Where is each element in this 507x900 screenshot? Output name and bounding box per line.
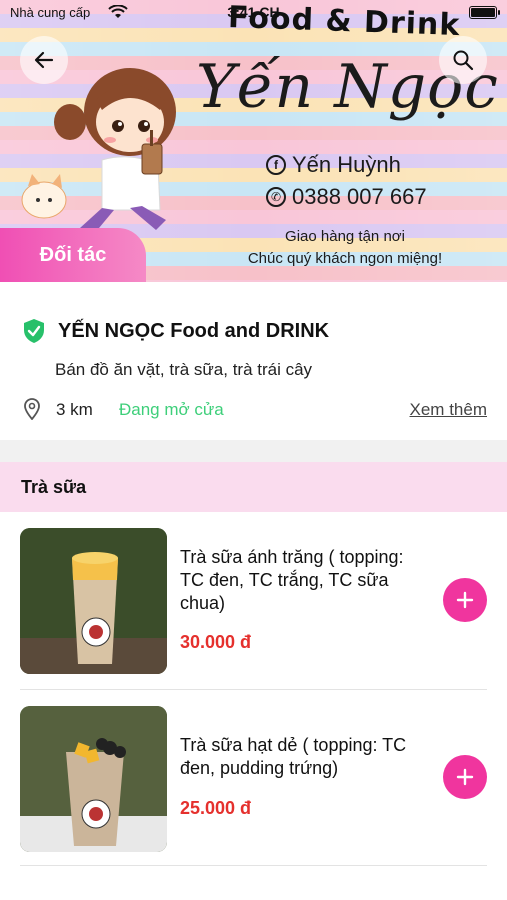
search-button[interactable]	[439, 36, 487, 84]
arrow-left-icon	[34, 51, 54, 69]
shop-meta: 3 km Đang mở cửa Xem thêm	[22, 398, 487, 422]
distance: 3 km	[56, 400, 93, 419]
product-item[interactable]: Trà sữa hạt dẻ ( topping: TC đen, puddin…	[20, 704, 487, 866]
product-image	[20, 706, 167, 852]
facebook-name: Yến Huỳnh	[292, 152, 401, 177]
category-header: Trà sữa	[0, 462, 507, 512]
mascot-illustration	[21, 68, 176, 234]
battery-icon	[469, 6, 500, 19]
phone-icon: ✆	[266, 187, 286, 207]
milk-tea-cup-image	[20, 706, 167, 852]
plus-icon	[456, 768, 474, 786]
search-icon	[453, 50, 474, 71]
clock: 3:41 CH	[227, 4, 280, 20]
phone-number: 0388 007 667	[292, 184, 427, 209]
add-to-cart-button[interactable]	[443, 578, 487, 622]
product-name: Trà sữa ánh trăng ( topping: TC đen, TC …	[180, 547, 404, 613]
product-price: 30.000 đ	[180, 632, 252, 652]
shop-title: YẾN NGỌC Food and DRINK	[58, 319, 330, 342]
phone-line: ✆ 0388 007 667	[266, 184, 427, 210]
shop-info: YẾN NGỌC Food and DRINK Bán đồ ăn vặt, t…	[0, 282, 507, 440]
back-button[interactable]	[20, 36, 68, 84]
milk-tea-cup-image	[20, 528, 167, 674]
carrier-label: Nhà cung cấp	[10, 5, 91, 20]
verified-shield-icon	[24, 319, 44, 343]
facebook-line: f Yến Huỳnh	[266, 152, 401, 178]
product-image	[20, 528, 167, 674]
category-title: Trà sữa	[21, 476, 87, 497]
wifi-icon	[108, 5, 128, 18]
see-more-link[interactable]: Xem thêm	[410, 400, 487, 420]
partner-badge: Đối tác	[0, 228, 146, 282]
section-divider	[0, 440, 507, 462]
delivery-note-2: Chúc quý khách ngon miệng!	[247, 250, 443, 267]
delivery-note-1: Giao hàng tận nơi	[285, 228, 405, 245]
add-to-cart-button[interactable]	[443, 755, 487, 799]
product-item[interactable]: Trà sữa ánh trăng ( topping: TC đen, TC …	[20, 526, 487, 690]
location-pin-icon	[24, 398, 40, 420]
open-status: Đang mở cửa	[119, 400, 224, 419]
shop-description: Bán đồ ăn vặt, trà sữa, trà trái cây	[55, 360, 313, 379]
status-bar: Nhà cung cấp 3:41 CH	[0, 0, 507, 26]
shop-title-row: YẾN NGỌC Food and DRINK	[22, 318, 329, 344]
plus-icon	[456, 591, 474, 609]
product-name: Trà sữa hạt dẻ ( topping: TC đen, puddin…	[180, 735, 407, 778]
facebook-icon: f	[266, 155, 286, 175]
product-price: 25.000 đ	[180, 798, 252, 818]
